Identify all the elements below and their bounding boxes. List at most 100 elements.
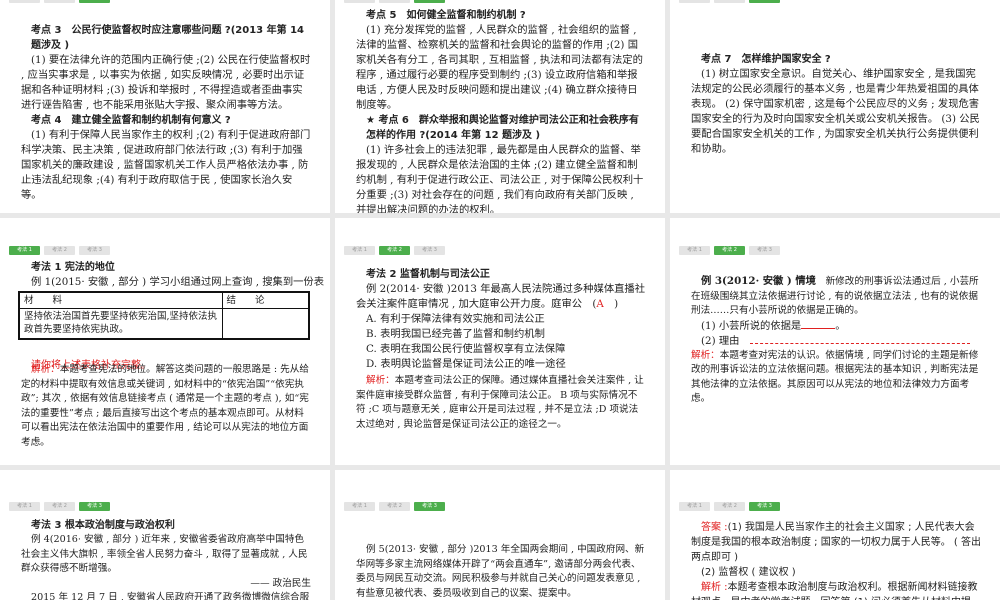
tab-method-3[interactable]: 考法 3 xyxy=(414,0,445,3)
slide-panel-2[interactable]: 考法 1 考法 2 考法 3 考点 5 如何健全监督和制约机制 ? (1) 充分… xyxy=(335,0,665,213)
tab-method-1[interactable]: 考法 1 xyxy=(344,246,375,255)
option-a: A. 有利于保障法律有效实施和司法公正 xyxy=(366,313,545,325)
tab-method-2[interactable]: 考法 2 xyxy=(379,246,410,255)
slide-panel-6[interactable]: 考法 1 考法 2 考法 3 例 3(2012· 安徽 ) 情境 新修改的刑事诉… xyxy=(670,218,1000,465)
answer-text: (1) 我国是人民当家作主的社会主义国家 ; 人民代表大会制度是我国的根本政治制… xyxy=(691,522,981,563)
material-table: 材 料结 论 坚持依法治国首先要坚持依宪治国,坚持依法执政首先要坚持依宪执政。 xyxy=(18,291,310,340)
analysis: 解析 :本题考查根本政治制度与政治权利。根据新闻材料链接教材观点 , 是中考的常… xyxy=(691,580,981,600)
tab-bar: 考法 1 考法 2 考法 3 xyxy=(9,246,110,255)
tab-bar: 考法 1 考法 2 考法 3 xyxy=(344,0,445,3)
point-text: (1) 树立国家安全意识。自觉关心、维护国家安全 , 是我国宪法规定的公民必须履… xyxy=(691,68,980,155)
slide-content: 考法 3 根本政治制度与政治权利 例 4(2016· 安徽 , 部分 ) 近年来… xyxy=(21,518,311,600)
example-label: 例 3(2012· 安徽 ) 情境 xyxy=(701,275,816,287)
tab-bar: 考法 1 考法 2 考法 3 xyxy=(679,246,780,255)
tab-method-3[interactable]: 考法 3 xyxy=(749,0,780,3)
tab-method-1[interactable]: 考法 1 xyxy=(679,0,710,3)
table-cell-conclusion[interactable] xyxy=(221,308,310,339)
tab-method-2[interactable]: 考法 2 xyxy=(44,0,75,3)
analysis: 解析：本题考查司法公正的保障。通过媒体直播社会关注案件 , 让案件庭审接受群众监… xyxy=(356,374,646,432)
tab-bar: 考法 1 考法 2 考法 3 xyxy=(9,0,110,3)
table-header-conclusion: 结 论 xyxy=(221,291,310,309)
tab-method-2[interactable]: 考法 2 xyxy=(379,502,410,511)
tab-method-2[interactable]: 考法 2 xyxy=(379,0,410,3)
option-d: D. 表明舆论监督是保证司法公正的唯一途径 xyxy=(366,358,566,370)
point-text: (1) 有利于保障人民当家作主的权利 ;(2) 有利于促进政府部门科学决策、民主… xyxy=(21,129,311,201)
slide-content: 考点 5 如何健全监督和制约机制 ? (1) 充分发挥党的监督 , 人民群众的监… xyxy=(356,8,646,213)
slide-panel-8[interactable]: 考法 1 考法 2 考法 3 例 5(2013· 安徽 , 部分 )2013 年… xyxy=(335,470,665,600)
source-attribution: —— 政治民生 xyxy=(250,577,311,589)
tab-method-1[interactable]: 考法 1 xyxy=(9,246,40,255)
point-heading: 考点 4 建立健全监督和制约机制有何意义 ? xyxy=(31,115,231,126)
tab-method-3[interactable]: 考法 3 xyxy=(414,246,445,255)
tab-method-3[interactable]: 考法 3 xyxy=(414,502,445,511)
analysis-text: 本题考查宪法的地位。解答这类问题的一般思路是 : 先从给定的材料中提取有效信息或… xyxy=(21,364,309,448)
question-2-text: (2) 理由 xyxy=(701,334,740,347)
tab-method-1[interactable]: 考法 1 xyxy=(679,246,710,255)
tab-method-2[interactable]: 考法 2 xyxy=(44,502,75,511)
method-heading: 考法 3 根本政治制度与政治权利 xyxy=(31,520,175,531)
method-heading: 考法 1 宪法的地位 xyxy=(31,262,115,273)
answer-blank[interactable] xyxy=(749,334,970,344)
tab-bar: 考法 1 考法 2 考法 3 xyxy=(679,502,780,511)
point-heading: 考点 5 如何健全监督和制约机制 ? xyxy=(366,10,526,21)
slide-content: 例 3(2012· 安徽 ) 情境 新修改的刑事诉讼法通过后 , 小芸所在班级围… xyxy=(691,274,981,407)
analysis-text: 本题考查司法公正的保障。通过媒体直播社会关注案件 , 让案件庭审接受群众监督 ,… xyxy=(356,375,644,430)
point-heading: ★ 考点 6 群众举报和舆论监督对维护司法公正和社会秩序有怎样的作用 ?(201… xyxy=(366,115,639,141)
analysis-label: 解析： xyxy=(691,349,720,361)
option-b: B. 表明我国已经完善了监督和制约机制 xyxy=(366,328,545,340)
answer-choice: A xyxy=(596,298,604,310)
answer: 答案 :(1) 我国是人民当家作主的社会主义国家 ; 人民代表大会制度是我国的根… xyxy=(691,520,981,565)
slide-panel-5[interactable]: 考法 1 考法 2 考法 3 考法 2 监督机制与司法公正 例 2(2014· … xyxy=(335,218,665,465)
slide-panel-9[interactable]: 考法 1 考法 2 考法 3 答案 :(1) 我国是人民当家作主的社会主义国家 … xyxy=(670,470,1000,600)
tab-bar: 考法 1 考法 2 考法 3 xyxy=(679,0,780,3)
example-text: 例 2(2014· 安徽 )2013 年最高人民法院通过多种媒体直播社会关注案件… xyxy=(356,283,646,310)
tab-method-3[interactable]: 考法 3 xyxy=(79,502,110,511)
slide-panel-7[interactable]: 考法 1 考法 2 考法 3 考法 3 根本政治制度与政治权利 例 4(2016… xyxy=(0,470,330,600)
answer-2: (2) 监督权 ( 建议权 ) xyxy=(701,567,796,578)
tab-method-1[interactable]: 考法 1 xyxy=(9,502,40,511)
tab-method-2[interactable]: 考法 2 xyxy=(714,502,745,511)
slide-panel-4[interactable]: 考法 1 考法 2 考法 3 考法 1 宪法的地位 例 1(2015· 安徽 ,… xyxy=(0,218,330,465)
tab-method-1[interactable]: 考法 1 xyxy=(9,0,40,3)
slide-panel-3[interactable]: 考法 1 考法 2 考法 3 考点 7 怎样维护国家安全 ? (1) 树立国家安… xyxy=(670,0,1000,213)
tab-method-1[interactable]: 考法 1 xyxy=(344,502,375,511)
example-material: 2015 年 12 月 7 日 , 安徽省人民政府开通了政务微博微信综合服 xyxy=(31,592,310,600)
option-c: C. 表明在我国公民行使监督权享有立法保障 xyxy=(366,343,566,355)
analysis-label: 解析： xyxy=(366,375,395,386)
slide-content: 考法 1 宪法的地位 例 1(2015· 安徽 , 部分 ) 学习小组通过网上查… xyxy=(21,260,325,290)
answer-label: 答案 : xyxy=(701,522,728,533)
point-heading: 考点 3 公民行使监督权时应注意哪些问题 ?(2013 年第 14 题涉及 ) xyxy=(31,25,305,51)
example-text: 例 3(2012· 安徽 ) 情境 新修改的刑事诉讼法通过后 , 小芸所在班级围… xyxy=(691,274,981,319)
analysis: 解析：本题考查宪法的地位。解答这类问题的一般思路是 : 先从给定的材料中提取有效… xyxy=(21,363,311,450)
tab-method-1[interactable]: 考法 1 xyxy=(344,0,375,3)
slide-content: 考点 3 公民行使监督权时应注意哪些问题 ?(2013 年第 14 题涉及 ) … xyxy=(21,23,311,203)
point-text: (1) 要在法律允许的范围内正确行使 ;(2) 公民在行使监督权时 , 应当实事… xyxy=(21,54,311,111)
table-header-material: 材 料 xyxy=(18,291,223,309)
analysis-text: 本题考查根本政治制度与政治权利。根据新闻材料链接教材观点 , 是中考的常考试题。… xyxy=(691,582,978,600)
point-heading: 考点 7 怎样维护国家安全 ? xyxy=(701,54,831,65)
tab-bar: 考法 1 考法 2 考法 3 xyxy=(344,246,445,255)
tab-method-3[interactable]: 考法 3 xyxy=(749,246,780,255)
tab-method-2[interactable]: 考法 2 xyxy=(44,246,75,255)
tab-method-3[interactable]: 考法 3 xyxy=(79,246,110,255)
slide-content: 答案 :(1) 我国是人民当家作主的社会主义国家 ; 人民代表大会制度是我国的根… xyxy=(691,520,981,600)
answer-blank[interactable] xyxy=(801,319,836,329)
point-text: (1) 充分发挥党的监督 , 人民群众的监督 , 社会组织的监督 , 法律的监督… xyxy=(356,24,643,111)
tab-method-3[interactable]: 考法 3 xyxy=(79,0,110,3)
tab-method-2[interactable]: 考法 2 xyxy=(714,0,745,3)
tab-method-3[interactable]: 考法 3 xyxy=(749,502,780,511)
slide-panel-1[interactable]: 考法 1 考法 2 考法 3 考点 3 公民行使监督权时应注意哪些问题 ?(20… xyxy=(0,0,330,213)
point-text: (1) 许多社会上的违法犯罪 , 最先都是由人民群众的监督、举报发现的 , 人民… xyxy=(356,144,644,213)
tab-method-1[interactable]: 考法 1 xyxy=(679,502,710,511)
analysis-text: 本题考查对宪法的认识。依据情境 , 同学们讨论的主题是新修改的刑事诉讼法的立法依… xyxy=(691,349,979,405)
analysis-label: 解析 : xyxy=(701,582,728,593)
tab-method-2[interactable]: 考法 2 xyxy=(714,246,745,255)
analysis-label: 解析： xyxy=(31,364,60,375)
example-text: 例 5(2013· 安徽 , 部分 )2013 年全国两会期间 , 中国政府网、… xyxy=(356,544,645,599)
tab-bar: 考法 1 考法 2 考法 3 xyxy=(344,502,445,511)
question-1-text: (1) 小芸所说的依据是 xyxy=(701,319,802,332)
example-text: 例 1(2015· 安徽 , 部分 ) 学习小组通过网上查询 , 搜集到一份表 xyxy=(31,276,325,288)
question-1: (1) 小芸所说的依据是。 xyxy=(701,319,846,332)
example-text: 例 4(2016· 安徽 , 部分 ) 近年来 , 安徽省委省政府高举中国特色社… xyxy=(21,534,308,574)
tab-bar: 考法 1 考法 2 考法 3 xyxy=(9,502,110,511)
